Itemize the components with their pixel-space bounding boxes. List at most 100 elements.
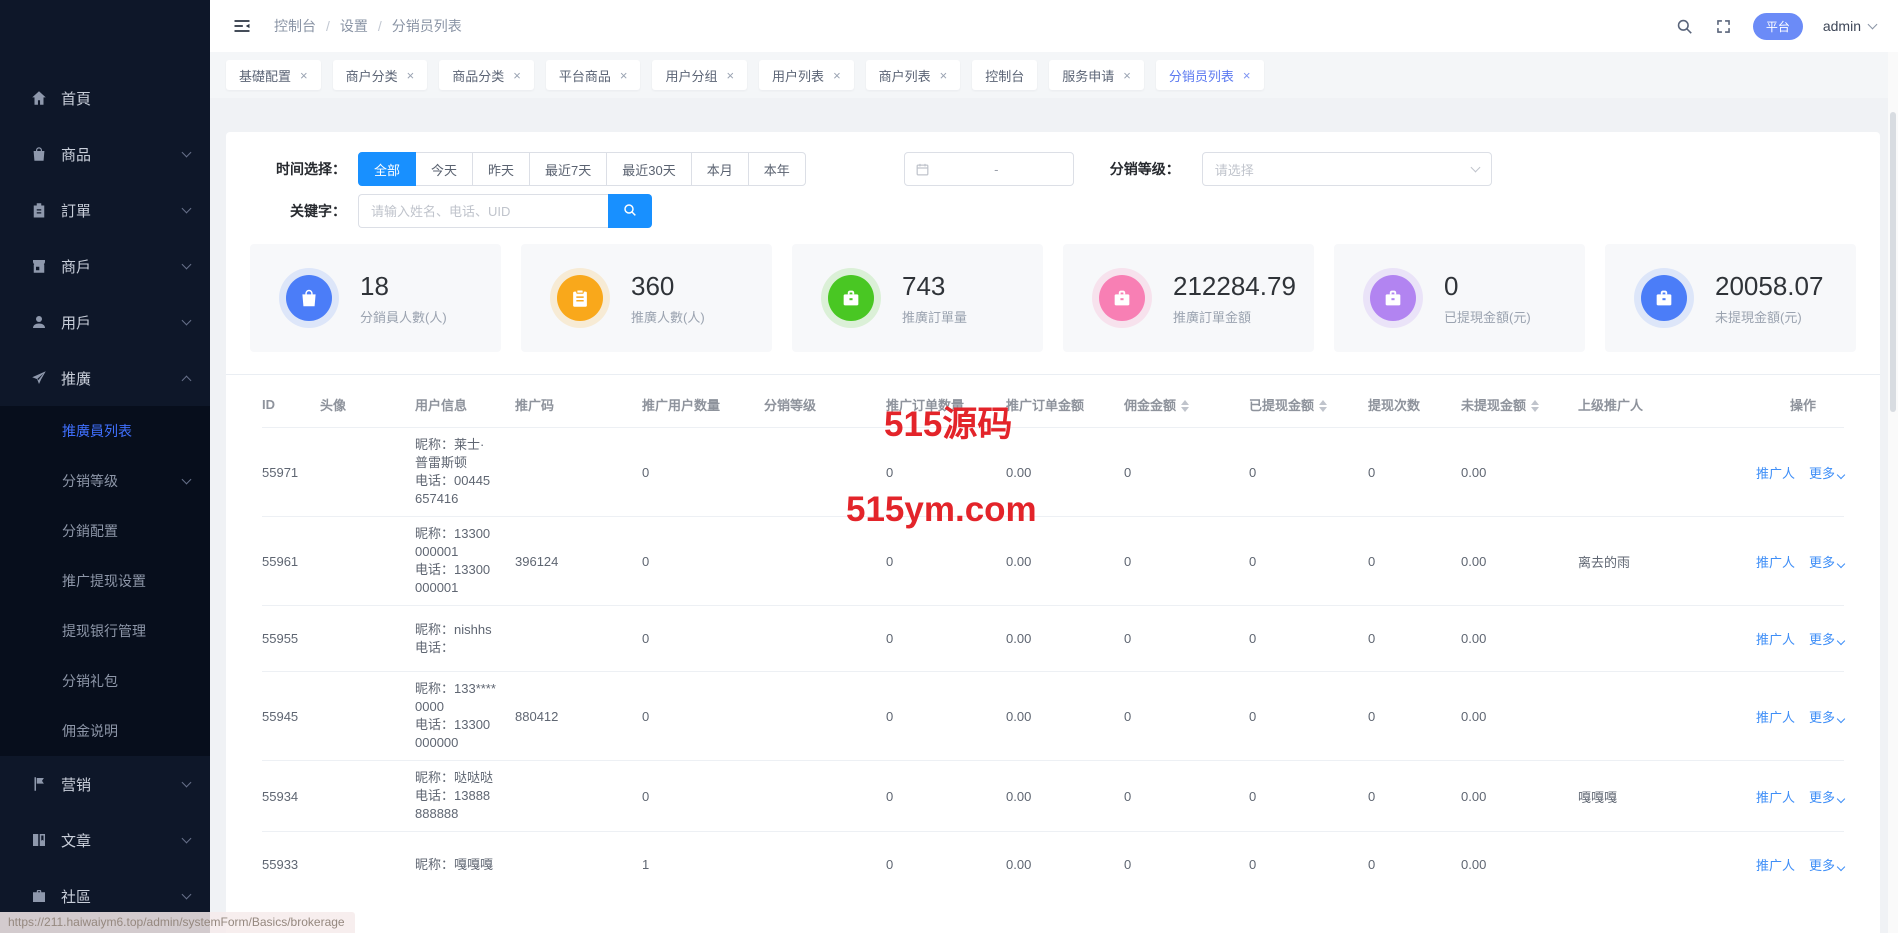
cell-order-count: 0 bbox=[886, 554, 1006, 569]
sidebar-item-commission-note[interactable]: 佣金说明 bbox=[0, 706, 210, 756]
tab-basic-config[interactable]: 基礎配置× bbox=[226, 60, 321, 90]
tab-user-group[interactable]: 用户分组× bbox=[652, 60, 747, 90]
time-filter-yesterday[interactable]: 昨天 bbox=[472, 152, 530, 186]
promoter-link[interactable]: 推广人 bbox=[1756, 787, 1795, 806]
tab-merchant-category[interactable]: 商户分类× bbox=[333, 60, 428, 90]
tab-user-list[interactable]: 用户列表× bbox=[759, 60, 854, 90]
cell-parent-promoter: 离去的雨 bbox=[1578, 552, 1750, 571]
sidebar-item-marketing[interactable]: 营销 bbox=[0, 756, 210, 812]
sidebar-item-label: 分銷配置 bbox=[62, 521, 118, 541]
more-link[interactable]: 更多 bbox=[1809, 707, 1844, 726]
sidebar-item-distribution-config[interactable]: 分銷配置 bbox=[0, 506, 210, 556]
bag-icon bbox=[30, 145, 48, 163]
more-link[interactable]: 更多 bbox=[1809, 855, 1844, 874]
more-link[interactable]: 更多 bbox=[1809, 552, 1844, 571]
close-icon[interactable]: × bbox=[1243, 69, 1251, 82]
chevron-down-icon bbox=[182, 147, 192, 157]
briefcase-icon bbox=[30, 887, 48, 905]
level-select-placeholder: 请选择 bbox=[1215, 160, 1254, 179]
time-filter-year[interactable]: 本年 bbox=[748, 152, 806, 186]
cell-unwithdrawn: 0.00 bbox=[1461, 631, 1578, 646]
sidebar-item-home[interactable]: 首頁 bbox=[0, 70, 210, 126]
sidebar-item-orders[interactable]: 訂單 bbox=[0, 182, 210, 238]
cell-order-count: 0 bbox=[886, 709, 1006, 724]
chevron-down-icon bbox=[182, 889, 192, 899]
col-header-avatar: 头像 bbox=[320, 395, 415, 414]
user-menu[interactable]: admin bbox=[1823, 18, 1876, 34]
close-icon[interactable]: × bbox=[1123, 69, 1131, 82]
topbar: 控制台 / 设置 / 分销员列表 平台 admin bbox=[210, 0, 1898, 52]
table-row: 55933 昵称：嘎嘎嘎 1 0 0.00 0 0 0 0.00 推广人 更多 bbox=[262, 831, 1844, 897]
tab-platform-goods[interactable]: 平台商品× bbox=[546, 60, 641, 90]
close-icon[interactable]: × bbox=[726, 69, 734, 82]
sort-icon[interactable] bbox=[1531, 400, 1539, 412]
close-icon[interactable]: × bbox=[620, 69, 628, 82]
time-filter-all[interactable]: 全部 bbox=[358, 152, 416, 186]
platform-badge[interactable]: 平台 bbox=[1753, 13, 1803, 40]
cell-withdraw-count: 0 bbox=[1368, 709, 1461, 724]
sidebar-item-users[interactable]: 用戶 bbox=[0, 294, 210, 350]
tab-label: 商户列表 bbox=[879, 66, 931, 85]
more-link[interactable]: 更多 bbox=[1809, 463, 1844, 482]
fullscreen-icon[interactable] bbox=[1714, 17, 1733, 36]
chevron-down-icon bbox=[1837, 714, 1845, 722]
sidebar-item-goods[interactable]: 商品 bbox=[0, 126, 210, 182]
sidebar-item-withdraw-bank[interactable]: 提现银行管理 bbox=[0, 606, 210, 656]
table-row: 55961 昵称：13300 000001 电话：13300 000001 39… bbox=[262, 516, 1844, 605]
close-icon[interactable]: × bbox=[940, 69, 948, 82]
chevron-down-icon bbox=[182, 315, 192, 325]
tab-merchant-list[interactable]: 商户列表 × bbox=[866, 60, 961, 90]
briefcase-icon bbox=[1641, 275, 1687, 321]
sidebar-item-promoter-list[interactable]: 推廣員列表 bbox=[0, 406, 210, 456]
breadcrumb-item[interactable]: 设置 bbox=[340, 16, 368, 36]
cell-withdrawn: 0 bbox=[1249, 857, 1368, 872]
sidebar-item-promotion[interactable]: 推廣 bbox=[0, 350, 210, 406]
close-icon[interactable]: × bbox=[513, 69, 521, 82]
menu-fold-icon[interactable] bbox=[232, 16, 252, 36]
sidebar-item-articles[interactable]: 文章 bbox=[0, 812, 210, 868]
level-select[interactable]: 请选择 bbox=[1202, 152, 1492, 186]
close-icon[interactable]: × bbox=[833, 69, 841, 82]
time-filter-30days[interactable]: 最近30天 bbox=[606, 152, 691, 186]
search-button[interactable] bbox=[608, 194, 652, 228]
tab-promoter-list[interactable]: 分销员列表× bbox=[1156, 60, 1264, 90]
scrollbar-thumb[interactable] bbox=[1890, 112, 1896, 412]
cell-commission: 0 bbox=[1124, 631, 1249, 646]
tab-goods-category[interactable]: 商品分类× bbox=[439, 60, 534, 90]
close-icon[interactable]: × bbox=[407, 69, 415, 82]
promoter-link[interactable]: 推广人 bbox=[1756, 463, 1795, 482]
sort-icon[interactable] bbox=[1319, 400, 1327, 412]
stat-label: 已提現金額(元) bbox=[1444, 307, 1531, 326]
breadcrumb: 控制台 / 设置 / 分销员列表 bbox=[274, 16, 462, 36]
cell-order-count: 0 bbox=[886, 631, 1006, 646]
promoter-link[interactable]: 推广人 bbox=[1756, 552, 1795, 571]
tab-console[interactable]: 控制台 bbox=[972, 60, 1037, 90]
date-range-separator: - bbox=[930, 162, 1063, 177]
search-icon[interactable] bbox=[1675, 17, 1694, 36]
time-filter-row: 时间选择： 全部 今天 昨天 最近7天 最近30天 本月 本年 - 分销等级： … bbox=[256, 152, 1850, 186]
tab-service-apply[interactable]: 服务申请× bbox=[1049, 60, 1144, 90]
promoter-link[interactable]: 推广人 bbox=[1756, 855, 1795, 874]
keyword-input[interactable] bbox=[358, 194, 608, 228]
time-filter-month[interactable]: 本月 bbox=[691, 152, 749, 186]
promoter-link[interactable]: 推广人 bbox=[1756, 629, 1795, 648]
table-row: 55971 昵称：莱士· 普雷斯顿 电话：00445 657416 0 0 0.… bbox=[262, 427, 1844, 516]
sort-icon[interactable] bbox=[1181, 400, 1189, 412]
sidebar-item-distribution-level[interactable]: 分销等级 bbox=[0, 456, 210, 506]
cell-order-count: 0 bbox=[886, 465, 1006, 480]
stat-card-distributors: 18 分銷員人數(人) bbox=[250, 244, 501, 352]
sidebar-item-distribution-gift[interactable]: 分销礼包 bbox=[0, 656, 210, 706]
date-range-picker[interactable]: - bbox=[904, 152, 1074, 186]
cell-withdrawn: 0 bbox=[1249, 789, 1368, 804]
sidebar-item-withdraw-settings[interactable]: 推广提现设置 bbox=[0, 556, 210, 606]
time-filter-7days[interactable]: 最近7天 bbox=[529, 152, 607, 186]
sidebar-item-merchants[interactable]: 商戶 bbox=[0, 238, 210, 294]
home-icon bbox=[30, 89, 48, 107]
more-link[interactable]: 更多 bbox=[1809, 629, 1844, 648]
breadcrumb-item[interactable]: 控制台 bbox=[274, 16, 316, 36]
time-filter-today[interactable]: 今天 bbox=[415, 152, 473, 186]
close-icon[interactable]: × bbox=[300, 69, 308, 82]
promoter-link[interactable]: 推广人 bbox=[1756, 707, 1795, 726]
more-link[interactable]: 更多 bbox=[1809, 787, 1844, 806]
col-header-withdrawn: 已提现金额 bbox=[1249, 395, 1368, 414]
